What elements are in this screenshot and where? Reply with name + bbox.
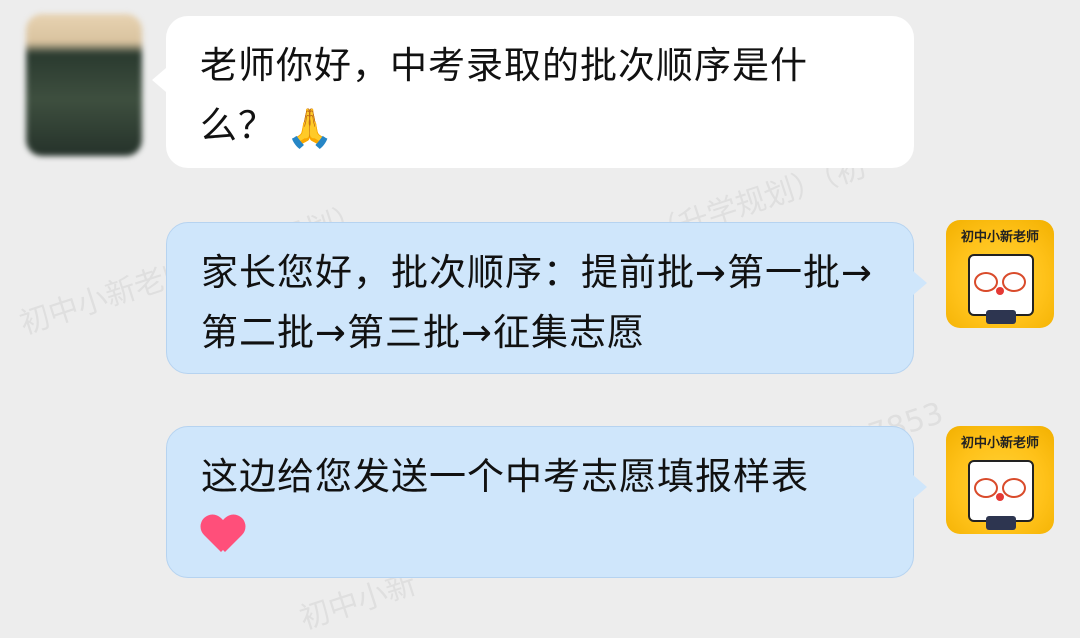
user-avatar[interactable] <box>26 14 142 156</box>
message-bubble-outgoing[interactable]: 这边给您发送一个中考志愿填报样表 <box>166 426 927 578</box>
message-text: 家长您好，批次顺序：提前批→第一批→第二批→第三批→征集志愿 <box>201 251 874 354</box>
nose-icon <box>996 287 1004 295</box>
message-bubble-incoming[interactable]: 老师你好，中考录取的批次顺序是什么？ 🙏 <box>152 16 914 168</box>
tie-icon <box>986 310 1016 324</box>
avatar-badge: 初中小新老师 <box>960 230 1039 245</box>
message-bubble-outgoing[interactable]: 家长您好，批次顺序：提前批→第一批→第二批→第三批→征集志愿 <box>166 222 927 374</box>
heart-icon <box>201 516 245 556</box>
avatar-badge: 初中小新老师 <box>960 436 1039 451</box>
tie-icon <box>986 516 1016 530</box>
nose-icon <box>996 493 1004 501</box>
message-text: 这边给您发送一个中考志愿填报样表 <box>201 455 809 498</box>
hands-pressed-icon: 🙏 <box>286 105 335 150</box>
chat-window: 初中小新老师（升学规划） （升学规划）（初 方7853 初中小新 老师你好，中考… <box>0 0 1080 637</box>
teacher-avatar[interactable]: 初中小新老师 <box>946 220 1054 328</box>
teacher-avatar[interactable]: 初中小新老师 <box>946 426 1054 534</box>
